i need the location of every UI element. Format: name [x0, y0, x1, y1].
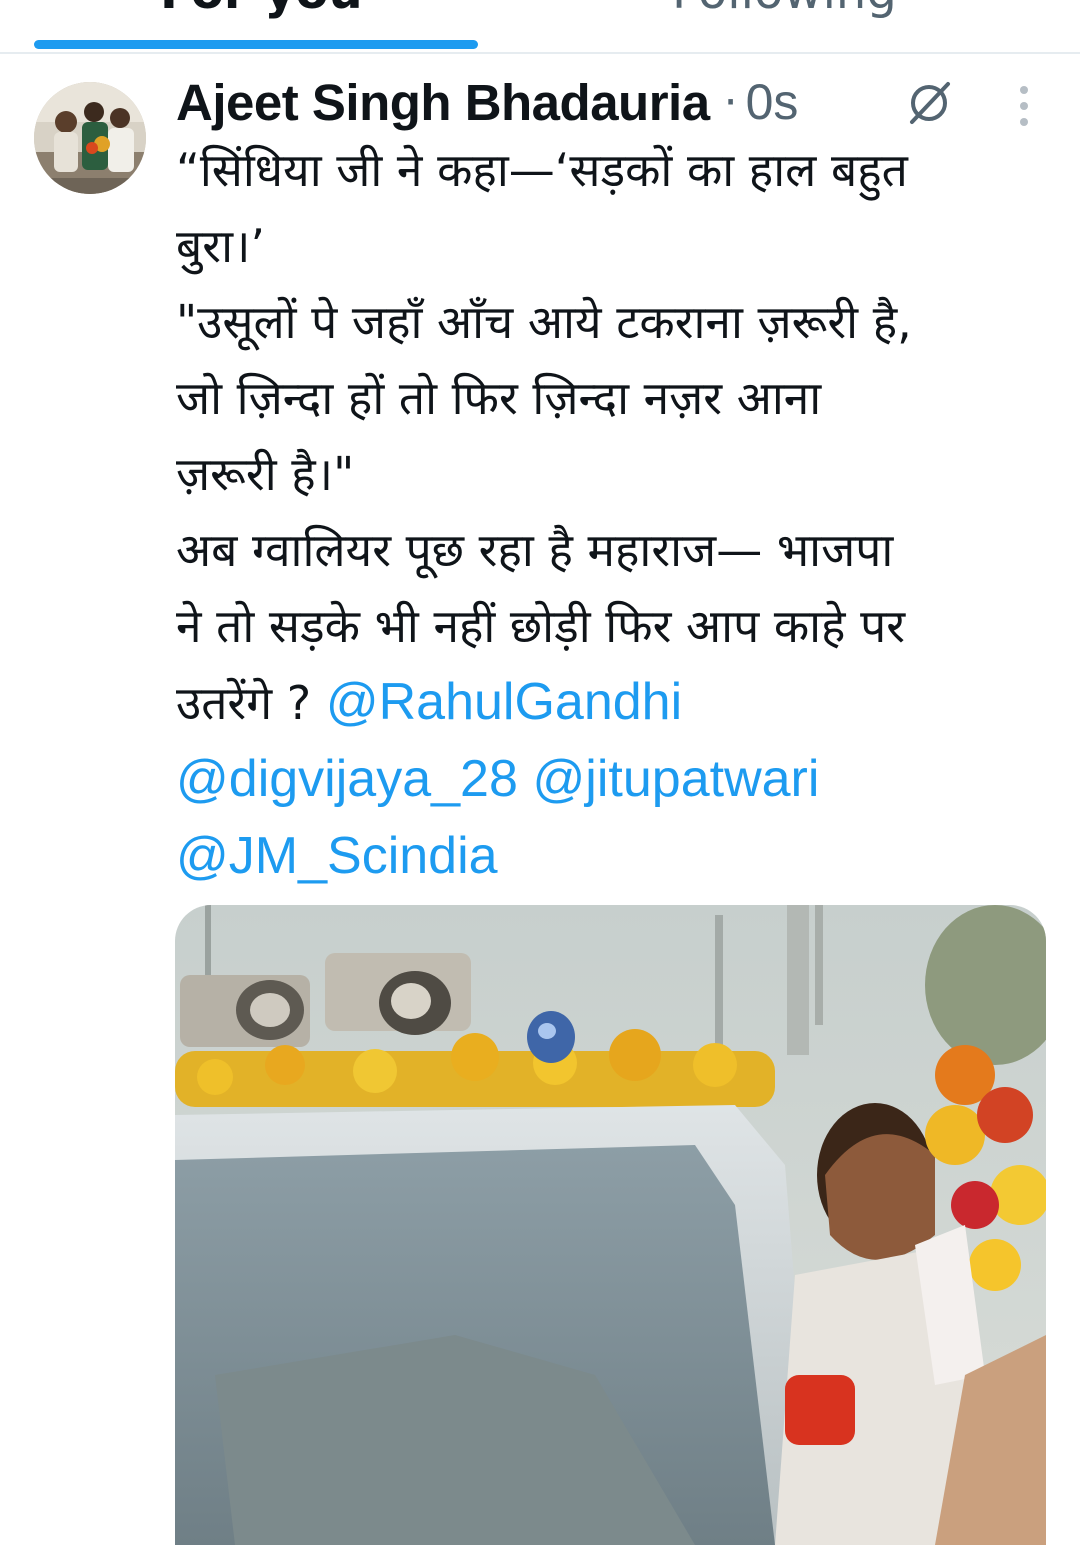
tweet-text-fragment: उतरेंगे ? — [176, 676, 326, 730]
active-tab-indicator — [34, 40, 478, 49]
mention-link[interactable]: @JM_Scindia — [176, 827, 498, 885]
author-name[interactable]: Ajeet Singh Bhadauria — [176, 73, 710, 132]
mention-link[interactable]: @digvijaya_28 — [176, 750, 518, 808]
tweet[interactable]: Ajeet Singh Bhadauria · 0s “सिंधिया जी न… — [0, 54, 1080, 1545]
prohibited-circle-icon[interactable] — [904, 78, 954, 128]
tab-for-you[interactable]: For you — [160, 0, 363, 20]
tweet-text-line: अब ग्वालियर पूछ रहा है महाराज— भाजपा — [176, 523, 894, 577]
tweet-text-line: @JM_Scindia — [176, 818, 1046, 895]
tweet-text-line: ज़रूरी है।" — [176, 447, 355, 501]
tweet-text-line: @digvijaya_28 @jitupatwari — [176, 741, 1046, 818]
tweet-body: “सिंधिया जी ने कहा—‘सड़कों का हाल बहुत ब… — [176, 132, 1046, 895]
tweet-text-line: उतरेंगे ? @RahulGandhi — [176, 664, 1046, 741]
tab-following[interactable]: Following — [672, 0, 897, 20]
tweet-text-line: ने तो सड़के भी नहीं छोड़ी फिर आप काहे पर — [176, 599, 906, 653]
avatar[interactable] — [34, 82, 146, 194]
tweet-video-thumbnail[interactable] — [175, 905, 1046, 1545]
tweet-text-line: बुरा।’ — [176, 219, 266, 273]
mention-link[interactable]: @jitupatwari — [533, 750, 820, 808]
tweet-text-line: "उसूलों पे जहाँ आँच आये टकराना ज़रूरी है… — [176, 295, 912, 349]
mention-link[interactable]: @RahulGandhi — [326, 673, 682, 731]
avatar-photo — [34, 82, 146, 194]
tweet-header: Ajeet Singh Bhadauria · 0s — [176, 70, 798, 134]
header-separator: · — [723, 76, 738, 128]
timeline-tab-bar: For you Following — [0, 0, 1080, 54]
video-frame — [175, 905, 1046, 1545]
tweet-timestamp[interactable]: 0s — [746, 73, 799, 131]
tweet-text-line: “सिंधिया जी ने कहा—‘सड़कों का हाल बहुत — [176, 143, 908, 197]
vertical-ellipsis-icon[interactable] — [1010, 84, 1038, 130]
tweet-text-line: जो ज़िन्दा हों तो फिर ज़िन्दा नज़र आना — [176, 371, 822, 425]
